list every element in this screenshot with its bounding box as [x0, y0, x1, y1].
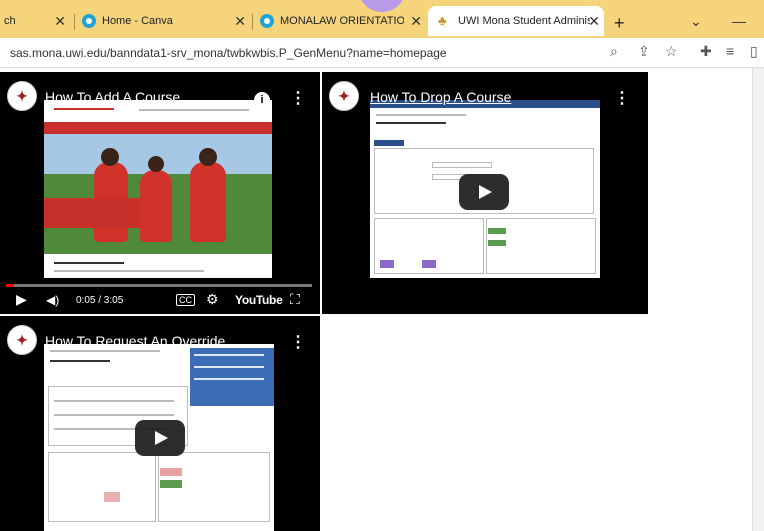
schedule-grid	[48, 452, 156, 522]
form-field	[432, 162, 492, 168]
tab-canva[interactable]: Home - Canva ✕	[82, 6, 250, 36]
graduate-head	[148, 156, 164, 172]
close-icon[interactable]: ✕	[234, 13, 246, 30]
info-icon[interactable]: i	[254, 92, 270, 108]
more-menu-icon[interactable]: ⋮	[290, 88, 306, 108]
text-line	[194, 366, 264, 368]
text-line	[194, 354, 264, 356]
cc-icon[interactable]: CC	[176, 294, 195, 306]
tab-label: ch	[4, 15, 16, 27]
text-line	[194, 378, 264, 380]
table-line	[54, 414, 174, 416]
schedule-block	[422, 260, 436, 268]
thumbnail-banner	[44, 122, 272, 134]
nav-bar	[139, 109, 249, 111]
status-cell	[160, 468, 182, 476]
graduate-head	[199, 148, 217, 166]
schedule-block	[104, 492, 120, 502]
graduate-head	[101, 148, 119, 166]
text-line	[50, 360, 110, 362]
side-panel-icon[interactable]: ▯	[750, 43, 758, 60]
url-text[interactable]: sas.mona.uwi.edu/banndata1-srv_mona/twbk…	[10, 46, 447, 60]
canva-icon	[82, 14, 96, 28]
tab-monalaw[interactable]: MONALAW ORIENTATION G ✕	[260, 6, 426, 36]
graduate-figure	[140, 170, 172, 242]
video-title[interactable]: How To Request An Override	[45, 333, 225, 349]
more-menu-icon[interactable]: ⋮	[290, 332, 306, 352]
video-drop-course[interactable]: ✦ How To Drop A Course ⋮	[322, 72, 648, 314]
table-line	[54, 400, 174, 402]
zoom-icon[interactable]: ⌕	[610, 43, 618, 60]
status-cell	[488, 228, 506, 234]
uwi-crest-icon: ♣	[438, 13, 447, 28]
video-add-course[interactable]: ✦ How To Add A Course i ⋮ ▶ ◀) 0:05 / 3:…	[0, 72, 320, 314]
youtube-logo[interactable]: YouTube	[235, 293, 283, 307]
schedule-block	[380, 260, 394, 268]
tab-strip: ch ✕ Home - Canva ✕ MONALAW ORIENTATION …	[0, 4, 764, 38]
play-icon[interactable]: ▶	[16, 291, 27, 308]
video-time: 0:05 / 3:05	[76, 295, 124, 306]
address-bar[interactable]: sas.mona.uwi.edu/banndata1-srv_mona/twbk…	[0, 38, 764, 68]
tab-ch[interactable]: ch ✕	[4, 6, 70, 36]
progress-fill	[6, 284, 15, 287]
tab-label: MONALAW ORIENTATION G	[280, 15, 404, 27]
tab-label: Home - Canva	[102, 15, 173, 27]
close-icon[interactable]: ✕	[410, 13, 422, 30]
more-menu-icon[interactable]: ⋮	[614, 88, 630, 108]
canva-icon	[260, 14, 274, 28]
override-panel	[190, 348, 274, 406]
uwi-channel-avatar[interactable]: ✦	[7, 81, 37, 111]
text-line	[50, 350, 160, 352]
tab-separator	[74, 14, 75, 30]
play-button[interactable]	[135, 420, 185, 456]
text-line	[54, 270, 204, 272]
status-cell	[488, 240, 506, 246]
volume-icon[interactable]: ◀)	[46, 293, 59, 307]
play-button[interactable]	[459, 174, 509, 210]
tab-separator	[252, 14, 253, 30]
progress-bar[interactable]	[6, 284, 312, 287]
tab-label: UWI Mona Student Administ	[458, 15, 590, 27]
text-line	[54, 262, 124, 264]
settings-icon[interactable]: ⚙	[206, 291, 219, 308]
new-tab-button[interactable]: +	[614, 13, 625, 34]
share-icon[interactable]: ⇪	[638, 43, 650, 60]
results-grid	[486, 218, 596, 274]
extensions-icon[interactable]: ✚	[700, 43, 712, 60]
video-request-override[interactable]: ✦ How To Request An Override ⋮	[0, 316, 320, 531]
status-cell	[160, 480, 182, 488]
tab-uwi-mona[interactable]: ♣ UWI Mona Student Administ ✕	[428, 6, 604, 36]
video-title[interactable]: How To Add A Course	[45, 89, 180, 105]
chevron-down-icon[interactable]: ⌄	[690, 13, 702, 30]
site-logo-bar	[54, 108, 114, 110]
reading-list-icon[interactable]: ≡	[726, 43, 734, 59]
video-title[interactable]: How To Drop A Course	[370, 89, 511, 105]
uwi-channel-avatar[interactable]: ✦	[329, 81, 359, 111]
minimize-icon[interactable]: —	[732, 13, 746, 29]
bookmark-star-icon[interactable]: ☆	[665, 43, 678, 60]
promo-box	[44, 198, 140, 228]
text-line	[376, 122, 446, 124]
text-line	[376, 114, 466, 116]
scrollbar[interactable]	[752, 68, 764, 531]
graduate-figure	[190, 162, 226, 242]
close-icon[interactable]: ✕	[588, 13, 600, 30]
close-icon[interactable]: ✕	[54, 13, 66, 30]
fullscreen-icon[interactable]: ⛶	[290, 291, 300, 308]
video-thumbnail	[44, 100, 272, 278]
active-tab	[374, 140, 404, 146]
uwi-channel-avatar[interactable]: ✦	[7, 325, 37, 355]
